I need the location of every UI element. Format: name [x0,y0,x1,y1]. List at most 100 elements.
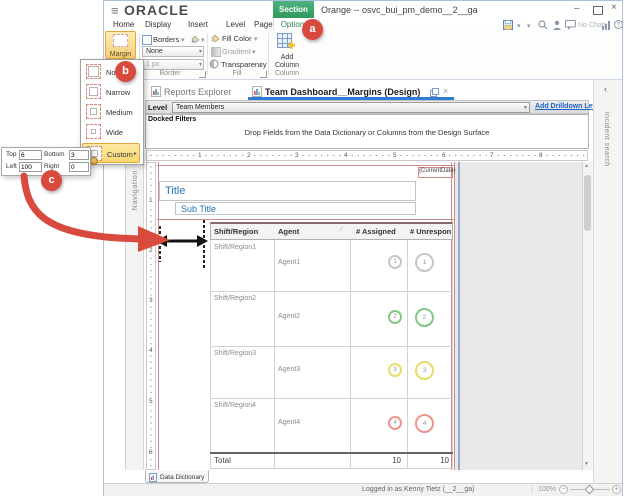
unresponded-gauge[interactable]: 3 [415,361,434,380]
status-divider: | [531,486,533,493]
table-row[interactable]: Shift/Region4 [214,402,256,409]
margin-medium-icon [86,104,101,119]
margin-option-label: Narrow [106,88,131,97]
gradient-dropdown-icon[interactable]: ▾ [252,48,256,56]
left-margin-input[interactable] [19,162,42,172]
user-icon[interactable] [552,20,562,30]
vertical-ruler: 1 2 3 4 5 6 [146,162,156,470]
ruler-number: 2 [246,152,252,159]
navigation-vertical-label[interactable]: Navigation [130,170,139,210]
add-column-label[interactable]: Add Column [270,54,304,70]
assigned-gauge[interactable]: 3 [388,363,402,377]
unresponded-gauge[interactable]: 4 [415,414,434,433]
left-margin-label: Left [6,163,17,170]
docked-filters-hint: Drop Fields from the Data Dictionary or … [244,128,490,137]
assigned-gauge[interactable]: 2 [388,310,402,324]
bottom-margin-input[interactable] [69,150,89,160]
margin-option-wide[interactable]: Wide [82,122,140,142]
margin-wide-icon [86,124,101,139]
table-cell-agent[interactable]: Agent2 [278,313,300,320]
tab-close-icon[interactable]: × [443,86,448,96]
report-icon [151,86,161,97]
close-icon[interactable]: × [611,3,617,13]
margin-option-narrow[interactable]: Narrow [82,82,140,102]
level-select-value: Team Members [176,104,225,111]
search-icon[interactable] [538,20,548,30]
column-header-assigned[interactable]: # Assigned [356,227,396,236]
ribbon-separator [207,33,208,75]
submenu-arrow-icon: ▸ [133,151,137,157]
table-cell-agent[interactable]: Agent4 [278,419,300,426]
data-dictionary-label: Data Dictionary [160,474,205,481]
subtitle-field[interactable]: Sub Title [175,202,416,215]
borders-checkbox-icon[interactable] [142,35,152,45]
unresponded-gauge[interactable]: 2 [415,308,434,327]
data-dictionary-tab[interactable]: Data Dictionary [145,470,209,483]
table-row[interactable]: Shift/Region3 [214,350,256,357]
gradient-label[interactable]: Gradient [222,47,251,56]
stats-icon[interactable] [601,20,611,30]
scrollbar-thumb[interactable] [584,175,591,231]
border-width-select[interactable]: 1 px ▾ [142,59,204,70]
save-icon[interactable] [503,20,513,30]
fill-color-bucket-icon[interactable] [210,33,220,43]
right-margin-label: Right [44,163,60,170]
assigned-gauge[interactable]: 4 [388,416,402,430]
title-field[interactable]: Title [159,181,416,201]
scroll-down-icon[interactable]: ▼ [584,461,589,467]
zoom-out-button[interactable]: − [559,485,568,494]
minimize-icon[interactable]: – [574,4,580,14]
table-row[interactable]: Shift/Region2 [214,295,256,302]
border-group-label: Border [159,70,181,77]
table-row-divider [210,346,453,347]
collapse-panel-chevron-icon[interactable]: ‹ [604,84,607,94]
assigned-gauge[interactable]: 1 [388,255,402,269]
save-dropdown-icon[interactable]: ▾ [517,22,521,30]
margin-option-medium[interactable]: Medium [82,102,140,122]
chat-icon[interactable] [565,20,576,30]
fill-color-label[interactable]: Fill Color [222,34,252,43]
fill-color-dropdown-icon[interactable]: ▾ [254,35,258,43]
incident-search-vertical-label[interactable]: incident search [603,112,610,167]
borders-label[interactable]: Borders [153,35,179,44]
tab-reports-explorer[interactable]: Reports Explorer [164,87,232,97]
level-select[interactable]: Team Members ▾ [172,102,530,113]
page-guide-top [157,165,455,166]
gradient-icon [211,47,221,57]
margin-none-icon [86,64,101,79]
ruler-number: 1 [197,152,203,159]
table-cell-agent[interactable]: Agent1 [278,259,300,266]
help-icon[interactable]: ? [614,20,623,29]
current-date-field[interactable]: {CurrentDate} [418,167,456,178]
border-group-launcher-icon[interactable] [199,71,206,78]
border-color-dropdown-icon[interactable]: ▾ [201,36,205,44]
header-section-divider [157,219,455,220]
fill-group-launcher-icon[interactable] [260,71,267,78]
table-cell-agent[interactable]: Agent3 [278,366,300,373]
redo-dropdown-icon[interactable]: ▾ [527,22,531,30]
tab-team-dashboard-margins[interactable]: Team Dashboard__Margins (Design) [265,87,420,97]
column-header-unresponded[interactable]: # Unrespon [410,227,451,236]
scroll-up-icon[interactable]: ▲ [584,163,589,169]
logged-in-status: Logged in as Kenny Tietz (__2__ga) [362,486,475,493]
right-margin-input[interactable] [69,162,89,172]
top-margin-input[interactable] [19,150,42,160]
popout-icon[interactable] [430,88,439,97]
fill-group-label: Fill [232,70,242,77]
borders-dropdown-icon[interactable]: ▾ [181,36,185,44]
margin-narrow-icon [86,84,101,99]
border-color-bucket-icon[interactable] [190,34,200,44]
hamburger-icon[interactable]: ≡ [111,3,119,18]
zoom-in-button[interactable]: + [612,485,621,494]
margin-button[interactable]: Margin ▾ [105,31,136,64]
callout-badge-b: b [115,61,136,82]
transparency-dropdown-icon[interactable]: ▾ [259,61,263,69]
table-row[interactable]: Shift/Region1 [214,244,256,251]
column-header-shift-region[interactable]: Shift/Region [214,227,258,236]
table-row-divider [210,398,453,399]
column-header-agent[interactable]: Agent [278,227,299,236]
border-style-select[interactable]: None ▾ [142,46,204,57]
add-column-icon[interactable] [277,33,296,52]
maximize-icon[interactable] [593,6,603,15]
unresponded-gauge[interactable]: 1 [415,253,434,272]
